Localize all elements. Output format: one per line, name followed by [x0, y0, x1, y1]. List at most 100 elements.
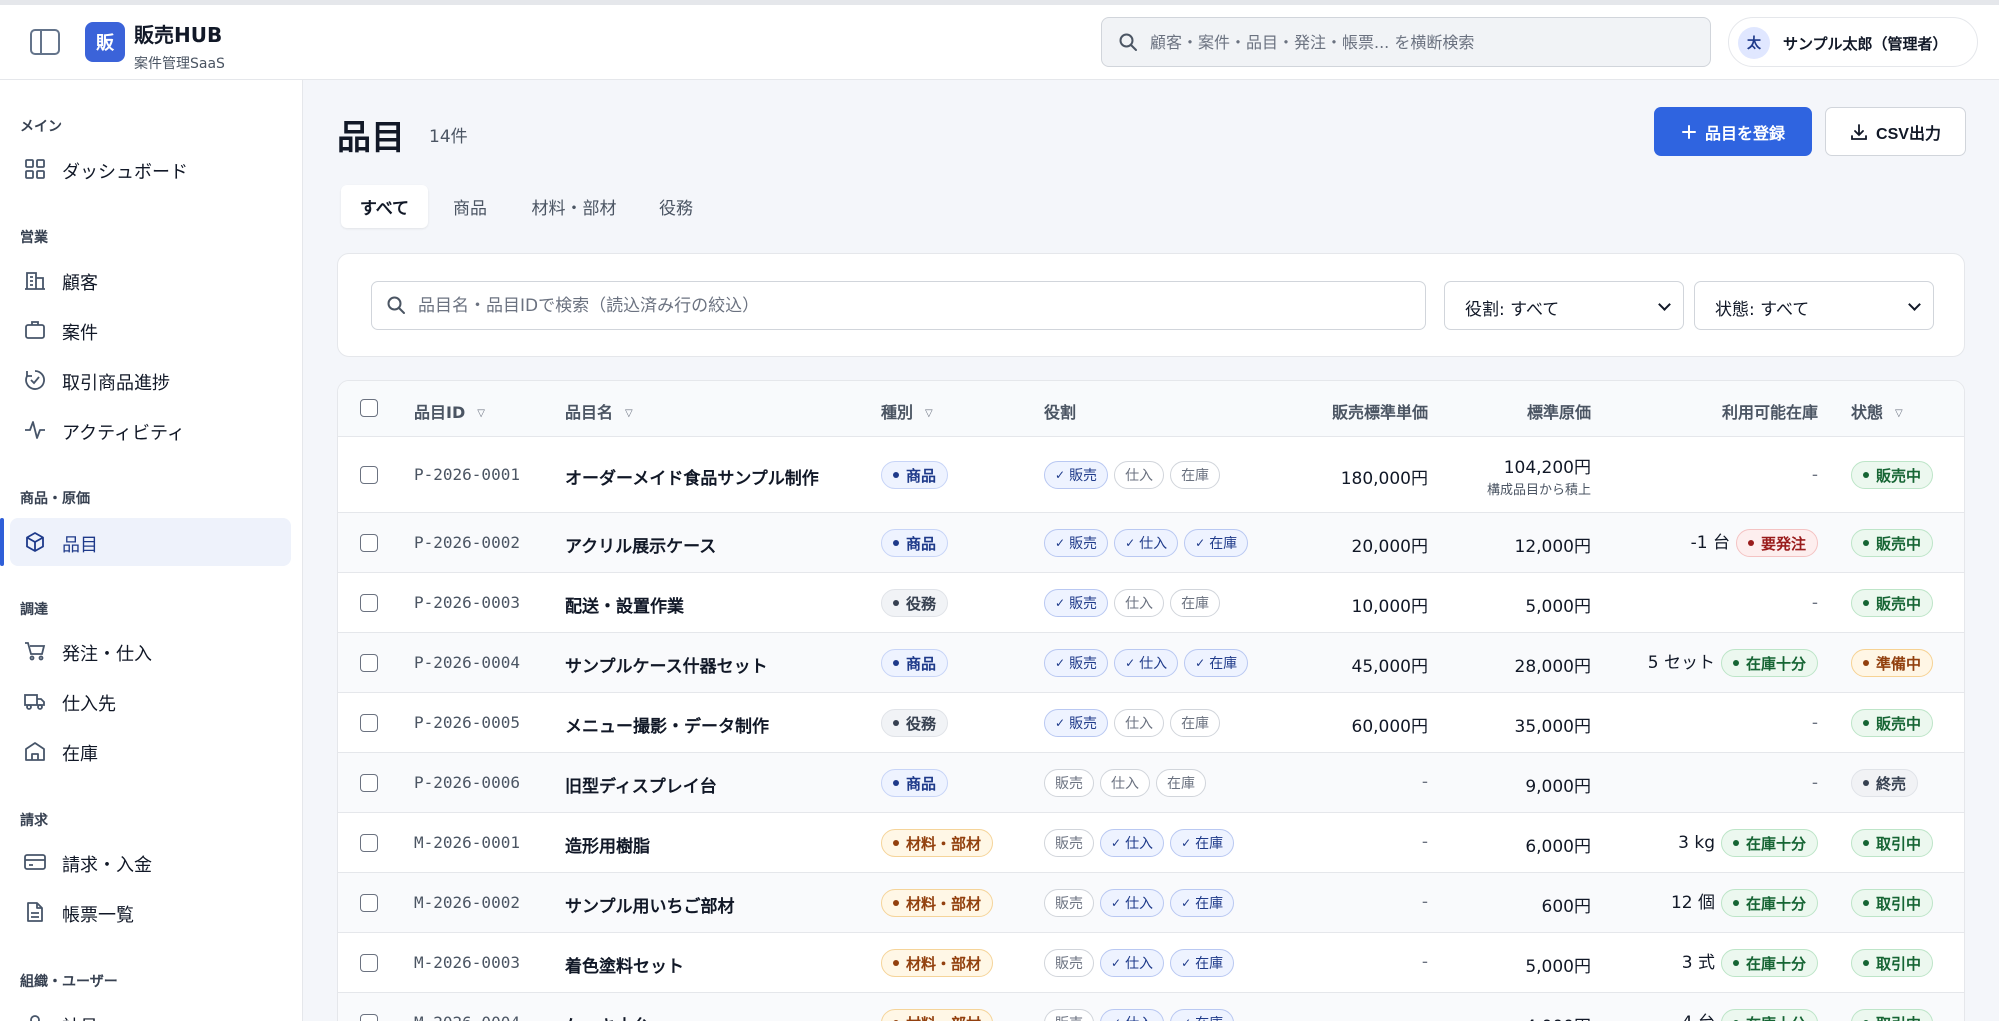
column-header-id[interactable]: 品目ID ▽ [414, 399, 485, 423]
sidebar-item-deals[interactable]: 案件 [10, 306, 291, 354]
sidebar-item-orders[interactable]: 発注・仕入 [10, 627, 291, 675]
table-row[interactable]: P-2026-0006 旧型ディスプレイ台 商品 販売 仕入 在庫 - 9,000円 - 終売 [338, 753, 1964, 813]
kind-cell: 商品 [881, 649, 949, 677]
standard-cost: 9,000円 [1525, 777, 1591, 797]
sales-unit-price: 10,000円 [1351, 597, 1428, 617]
roles-cell: ✓ 販売 仕入 在庫 [1044, 709, 1221, 737]
item-id[interactable]: P-2026-0006 [414, 773, 520, 792]
tab-services[interactable]: 役務 [646, 185, 706, 228]
sidebar-item-activity[interactable]: アクティビティ [10, 406, 291, 454]
item-name[interactable]: 造形用樹脂 [565, 832, 650, 857]
nav-section-products: 商品・原価 [20, 491, 90, 507]
item-name[interactable]: サンプルケース什器セット [565, 652, 768, 677]
status-badge: 販売中 [1851, 709, 1934, 737]
table-row[interactable]: P-2026-0001 オーダーメイド食品サンプル制作 商品 ✓ 販売 仕入 在庫 180,0… [338, 437, 1964, 513]
item-id[interactable]: P-2026-0004 [414, 653, 520, 672]
item-name[interactable]: オーダーメイド食品サンプル制作 [565, 464, 819, 489]
kind-label: 役務 [906, 714, 937, 733]
sidebar: メイン ダッシュボード 営業 顧客 案件 取引商品進捗 アクティビティ 商品・原… [0, 80, 303, 1021]
item-id[interactable]: M-2026-0001 [414, 833, 520, 852]
column-header-status[interactable]: 状態 ▽ [1851, 399, 1903, 423]
row-checkbox[interactable] [360, 594, 378, 612]
page-title: 品目 [337, 118, 405, 158]
table-row[interactable]: P-2026-0003 配送・設置作業 役務 ✓ 販売 仕入 在庫 10,000円 5,000円… [338, 573, 1964, 633]
row-checkbox[interactable] [360, 894, 378, 912]
item-name[interactable]: 旧型ディスプレイ台 [565, 772, 717, 797]
item-search-input[interactable] [418, 282, 1408, 329]
role-filter-select[interactable]: 役割: すべて [1444, 281, 1684, 330]
row-checkbox[interactable] [360, 534, 378, 552]
sidebar-toggle-icon[interactable] [30, 29, 60, 55]
role-label: 販売 [1069, 716, 1098, 732]
table-row[interactable]: P-2026-0005 メニュー撮影・データ制作 役務 ✓ 販売 仕入 在庫 60,000円 3… [338, 693, 1964, 753]
column-header-name[interactable]: 品目名 ▽ [565, 399, 633, 423]
table-row[interactable]: P-2026-0002 アクリル展示ケース 商品 ✓ 販売 ✓ 仕入 ✓ 在庫 20,000円 12… [338, 513, 1964, 573]
sidebar-item-progress[interactable]: 取引商品進捗 [10, 356, 291, 404]
status-badge: 終売 [1851, 769, 1919, 797]
filter-sort-icon[interactable]: ▽ [925, 408, 933, 419]
csv-export-label: CSV出力 [1876, 125, 1941, 143]
item-name[interactable]: サンプル用いちご部材 [565, 892, 735, 917]
kind-cell: 材料・部材 [881, 1009, 994, 1021]
role-chip: 販売 [1044, 949, 1094, 977]
select-all-checkbox[interactable] [360, 399, 378, 417]
sidebar-item-inventory[interactable]: 在庫 [10, 727, 291, 775]
register-item-button[interactable]: 品目を登録 [1654, 107, 1812, 156]
row-checkbox[interactable] [360, 466, 378, 484]
available-stock: 5 セット 在庫十分 [1648, 649, 1818, 677]
item-name[interactable]: アクリル展示ケース [565, 532, 716, 557]
tab-all[interactable]: すべて [341, 185, 428, 228]
row-checkbox[interactable] [360, 1014, 378, 1021]
filter-sort-icon[interactable]: ▽ [625, 408, 633, 419]
item-id[interactable]: P-2026-0005 [414, 713, 520, 732]
table-row[interactable]: M-2026-0001 造形用樹脂 材料・部材 販売 ✓ 仕入 ✓ 在庫 -6,000円 3 kg… [338, 813, 1964, 873]
table-row[interactable]: P-2026-0004 サンプルケース什器セット 商品 ✓ 販売 ✓ 仕入 ✓ 在庫 45,000… [338, 633, 1964, 693]
tab-products[interactable]: 商品 [440, 185, 500, 228]
stock-qty: - [1811, 713, 1818, 733]
row-checkbox[interactable] [360, 954, 378, 972]
column-header-kind[interactable]: 種別 ▽ [881, 399, 933, 423]
role-label: 販売 [1069, 468, 1098, 484]
item-id[interactable]: P-2026-0002 [414, 533, 520, 552]
stock-badge-label: 在庫十分 [1745, 834, 1806, 853]
sidebar-item-employees[interactable]: 社員 [10, 1000, 291, 1021]
table-row[interactable]: M-2026-0003 着色塗料セット 材料・部材 販売 ✓ 仕入 ✓ 在庫 -5,000円 3 … [338, 933, 1964, 993]
filter-sort-icon[interactable]: ▽ [1895, 408, 1903, 419]
table-row[interactable]: M-2026-0002 サンプル用いちご部材 材料・部材 販売 ✓ 仕入 ✓ 在庫 -600円 1… [338, 873, 1964, 933]
sidebar-item-documents[interactable]: 帳票一覧 [10, 888, 291, 936]
item-id[interactable]: P-2026-0003 [414, 593, 520, 612]
sidebar-item-dashboard[interactable]: ダッシュボード [10, 145, 291, 193]
item-name[interactable]: 着色塗料セット [565, 952, 684, 977]
table-row[interactable]: M-2026-0004 ケーキ土台 材料・部材 販売 ✓ 仕入 ✓ 在庫 - 4,000円 4 台 在… [338, 993, 1964, 1021]
filter-sort-icon[interactable]: ▽ [477, 408, 485, 419]
item-name[interactable]: ケーキ土台 [565, 1012, 650, 1021]
sidebar-item-invoices[interactable]: 請求・入金 [10, 838, 291, 886]
sidebar-item-suppliers[interactable]: 仕入先 [10, 677, 291, 725]
item-search[interactable] [371, 281, 1426, 330]
item-name[interactable]: 配送・設置作業 [565, 592, 684, 617]
role-chip: ✓在庫 [1170, 949, 1235, 977]
csv-export-button[interactable]: CSV出力 [1825, 107, 1966, 156]
row-checkbox[interactable] [360, 774, 378, 792]
sidebar-item-items[interactable]: 品目 [10, 518, 291, 566]
tab-materials[interactable]: 材料・部材 [520, 185, 628, 228]
kind-dot-icon [893, 840, 899, 846]
row-checkbox[interactable] [360, 834, 378, 852]
row-checkbox[interactable] [360, 654, 378, 672]
role-chip: 仕入 [1114, 461, 1165, 489]
status-filter-select[interactable]: 状態: すべて [1694, 281, 1934, 330]
sidebar-item-customers[interactable]: 顧客 [10, 256, 291, 304]
user-menu[interactable]: 太 サンプル太郎（管理者） [1728, 17, 1978, 67]
item-id[interactable]: M-2026-0004 [414, 1013, 520, 1021]
global-search[interactable] [1101, 17, 1711, 67]
standard-cost: 6,000円 [1525, 837, 1591, 857]
row-checkbox[interactable] [360, 714, 378, 732]
status-cell: 販売中 [1851, 461, 1934, 489]
check-icon: ✓ [1111, 956, 1122, 970]
item-id[interactable]: M-2026-0002 [414, 893, 520, 912]
global-search-input[interactable] [1150, 18, 1700, 66]
item-id[interactable]: P-2026-0001 [414, 465, 520, 484]
item-id[interactable]: M-2026-0003 [414, 953, 520, 972]
item-name[interactable]: メニュー撮影・データ制作 [565, 712, 769, 737]
role-chip: ✓仕入 [1114, 649, 1179, 677]
